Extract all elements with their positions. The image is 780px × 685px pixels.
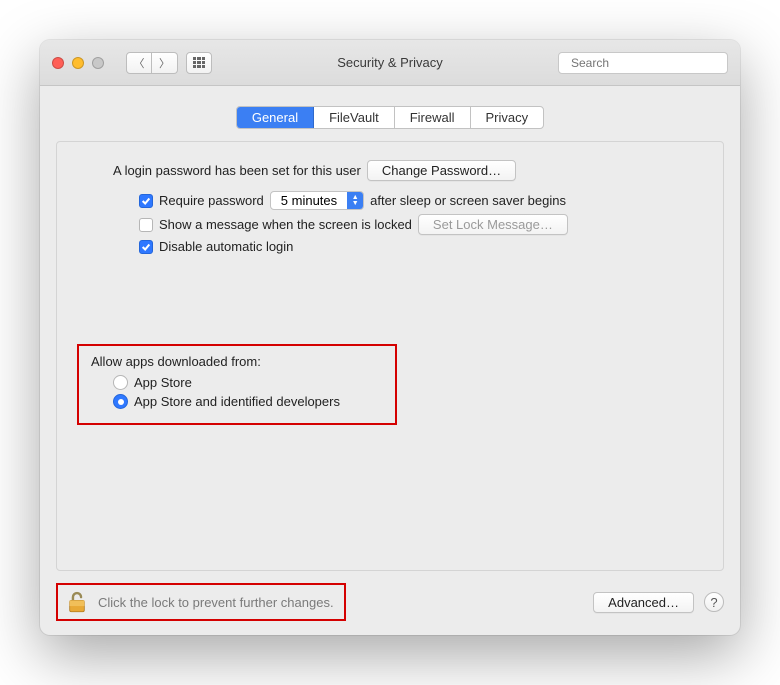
- allow-app-store-label: App Store: [134, 375, 192, 390]
- show-message-row: Show a message when the screen is locked…: [139, 214, 703, 235]
- window-body: General FileVault Firewall Privacy A log…: [40, 86, 740, 635]
- help-button[interactable]: ?: [704, 592, 724, 612]
- tab-group: General FileVault Firewall Privacy: [236, 106, 544, 129]
- chevron-right-icon: 〉: [159, 55, 170, 71]
- change-password-button[interactable]: Change Password…: [367, 160, 516, 181]
- allow-apps-heading: Allow apps downloaded from:: [91, 354, 383, 369]
- require-password-label: Require password: [159, 193, 264, 208]
- allow-app-store-row: App Store: [113, 375, 383, 390]
- allow-identified-radio[interactable]: [113, 394, 128, 409]
- show-message-label: Show a message when the screen is locked: [159, 217, 412, 232]
- require-password-row: Require password 5 minutes ▲▼ after slee…: [139, 191, 703, 210]
- require-password-suffix: after sleep or screen saver begins: [370, 193, 566, 208]
- tab-filevault[interactable]: FileVault: [314, 107, 395, 128]
- allow-apps-section: Allow apps downloaded from: App Store Ap…: [77, 344, 703, 425]
- chevron-left-icon: 〈: [134, 55, 145, 71]
- allow-app-store-radio[interactable]: [113, 375, 128, 390]
- show-all-button[interactable]: [186, 52, 212, 74]
- allow-apps-highlight: Allow apps downloaded from: App Store Ap…: [77, 344, 397, 425]
- disable-auto-login-checkbox[interactable]: [139, 240, 153, 254]
- footer: Click the lock to prevent further change…: [56, 583, 724, 621]
- checkmark-icon: [141, 196, 151, 206]
- tab-privacy[interactable]: Privacy: [471, 107, 544, 128]
- disable-auto-login-row: Disable automatic login: [139, 239, 703, 254]
- login-password-text: A login password has been set for this u…: [113, 163, 361, 178]
- checkmark-icon: [141, 242, 151, 252]
- lock-highlight: Click the lock to prevent further change…: [56, 583, 346, 621]
- window-title: Security & Privacy: [337, 55, 442, 70]
- general-panel: A login password has been set for this u…: [56, 141, 724, 571]
- search-field[interactable]: [558, 52, 728, 74]
- set-lock-message-button[interactable]: Set Lock Message…: [418, 214, 568, 235]
- tab-firewall[interactable]: Firewall: [395, 107, 471, 128]
- lock-text: Click the lock to prevent further change…: [98, 595, 334, 610]
- login-password-row: A login password has been set for this u…: [113, 160, 703, 181]
- password-delay-select[interactable]: 5 minutes ▲▼: [270, 191, 364, 210]
- zoom-window-button[interactable]: [92, 57, 104, 69]
- require-password-checkbox[interactable]: [139, 194, 153, 208]
- tab-general[interactable]: General: [237, 107, 314, 128]
- back-button[interactable]: 〈: [126, 52, 152, 74]
- advanced-button[interactable]: Advanced…: [593, 592, 694, 613]
- preferences-window: 〈 〉 Security & Privacy General FileVa: [40, 40, 740, 635]
- tabs: General FileVault Firewall Privacy: [56, 106, 724, 129]
- nav-buttons: 〈 〉: [126, 52, 212, 74]
- close-window-button[interactable]: [52, 57, 64, 69]
- allow-identified-label: App Store and identified developers: [134, 394, 340, 409]
- show-message-checkbox[interactable]: [139, 218, 153, 232]
- traffic-lights: [52, 57, 104, 69]
- minimize-window-button[interactable]: [72, 57, 84, 69]
- search-input[interactable]: [569, 55, 728, 71]
- disable-auto-login-label: Disable automatic login: [159, 239, 293, 254]
- password-delay-value: 5 minutes: [271, 192, 347, 209]
- grid-icon: [193, 57, 205, 69]
- forward-button[interactable]: 〉: [152, 52, 178, 74]
- lock-icon[interactable]: [64, 589, 90, 615]
- allow-identified-row: App Store and identified developers: [113, 394, 383, 409]
- up-down-icon: ▲▼: [347, 192, 363, 209]
- titlebar: 〈 〉 Security & Privacy: [40, 40, 740, 86]
